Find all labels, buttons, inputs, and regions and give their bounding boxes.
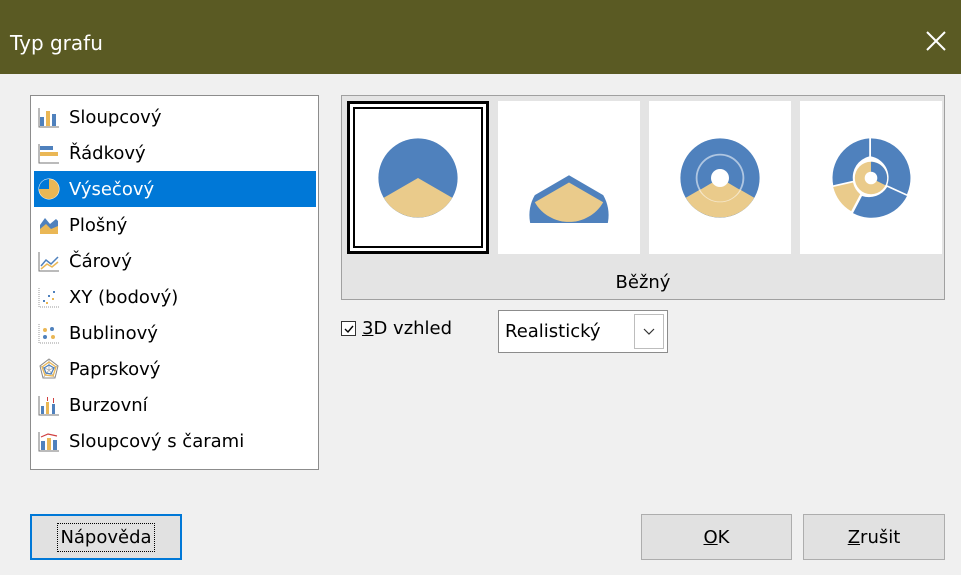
scheme-select[interactable]: Realistický <box>498 310 668 353</box>
help-button[interactable]: Nápověda <box>30 514 182 560</box>
scheme-select-value: Realistický <box>505 321 601 342</box>
checkmark-icon <box>344 325 354 334</box>
chart-type-label: Sloupcový <box>69 106 162 128</box>
stock-chart-icon <box>38 396 59 416</box>
three-d-label: 3D vzhled <box>362 318 452 339</box>
donut-icon <box>680 137 760 218</box>
chart-type-item-bar[interactable]: Řádkový <box>34 135 316 171</box>
exploded-pie-icon <box>529 174 609 223</box>
three-d-mnemonic: 3 <box>362 318 374 339</box>
chart-type-item-radar[interactable]: Paprskový <box>34 351 316 387</box>
chart-type-item-bubble[interactable]: Bublinový <box>34 315 316 351</box>
radar-chart-icon <box>39 358 59 379</box>
area-chart-icon <box>40 218 58 234</box>
chart-type-label: Výsečový <box>69 178 155 200</box>
chart-type-label: Čárový <box>69 250 132 272</box>
chart-type-label: Bublinový <box>69 322 158 344</box>
chart-type-label: Sloupcový s čarami <box>69 430 245 452</box>
chart-type-label: Burzovní <box>69 394 148 416</box>
chart-type-item-stock[interactable]: Burzovní <box>34 387 316 423</box>
line-chart-icon <box>38 252 59 272</box>
ok-button-label: OK <box>704 527 730 548</box>
chart-type-label: Paprskový <box>69 358 161 380</box>
chart-type-item-line[interactable]: Čárový <box>34 243 316 279</box>
cancel-button-label: Zrušit <box>848 527 901 548</box>
three-d-checkbox[interactable]: 3D vzhled <box>341 318 452 339</box>
normal-pie-variant[interactable] <box>347 101 489 254</box>
chart-type-list[interactable]: Sloupcový Řádkový Výsečový Plošný Čárový… <box>30 95 319 470</box>
chart-type-item-pie[interactable]: Výsečový <box>34 171 316 207</box>
chart-type-item-xy[interactable]: XY (bodový) <box>34 279 316 315</box>
chart-type-label: Plošný <box>69 214 128 236</box>
close-icon <box>926 31 946 51</box>
xy-scatter-icon <box>38 288 59 308</box>
exploded-donut-icon <box>832 137 911 218</box>
close-button[interactable] <box>911 16 961 66</box>
variant-caption: Běžný <box>615 272 671 293</box>
ok-label-rest: K <box>717 526 730 548</box>
chevron-down-icon <box>643 328 655 335</box>
pie-chart-icon <box>38 178 60 200</box>
chart-type-label: Řádkový <box>69 142 146 164</box>
dropdown-button[interactable] <box>634 314 664 349</box>
chart-variants-panel: Běžný <box>341 95 945 300</box>
chart-type-dialog: Typ grafu Sloupcový Řádkový Výsečový Plo… <box>0 0 961 575</box>
column-line-chart-icon <box>38 432 59 452</box>
exploded-donut-variant[interactable] <box>800 101 942 254</box>
exploded-pie-variant[interactable] <box>498 101 640 254</box>
column-chart-icon <box>38 108 59 128</box>
checkbox-box[interactable] <box>341 321 356 336</box>
chart-type-item-column[interactable]: Sloupcový <box>34 99 316 135</box>
ok-button[interactable]: OK <box>641 514 792 560</box>
help-button-label: Nápověda <box>57 522 155 552</box>
donut-variant[interactable] <box>649 101 791 254</box>
bar-chart-icon <box>38 144 59 164</box>
three-d-label-rest: D vzhled <box>373 318 453 339</box>
cancel-button[interactable]: Zrušit <box>803 514 945 560</box>
cancel-label-rest: rušit <box>860 526 901 548</box>
dialog-title: Typ grafu <box>10 31 103 55</box>
chart-type-item-column-line[interactable]: Sloupcový s čarami <box>34 423 316 459</box>
cancel-mnemonic: Z <box>847 526 861 548</box>
title-bar: Typ grafu <box>0 0 961 74</box>
chart-type-label: XY (bodový) <box>69 286 179 308</box>
pie-variant-icon <box>378 137 458 218</box>
chart-type-item-area[interactable]: Plošný <box>34 207 316 243</box>
ok-mnemonic: O <box>703 526 718 548</box>
bubble-chart-icon <box>38 324 59 344</box>
